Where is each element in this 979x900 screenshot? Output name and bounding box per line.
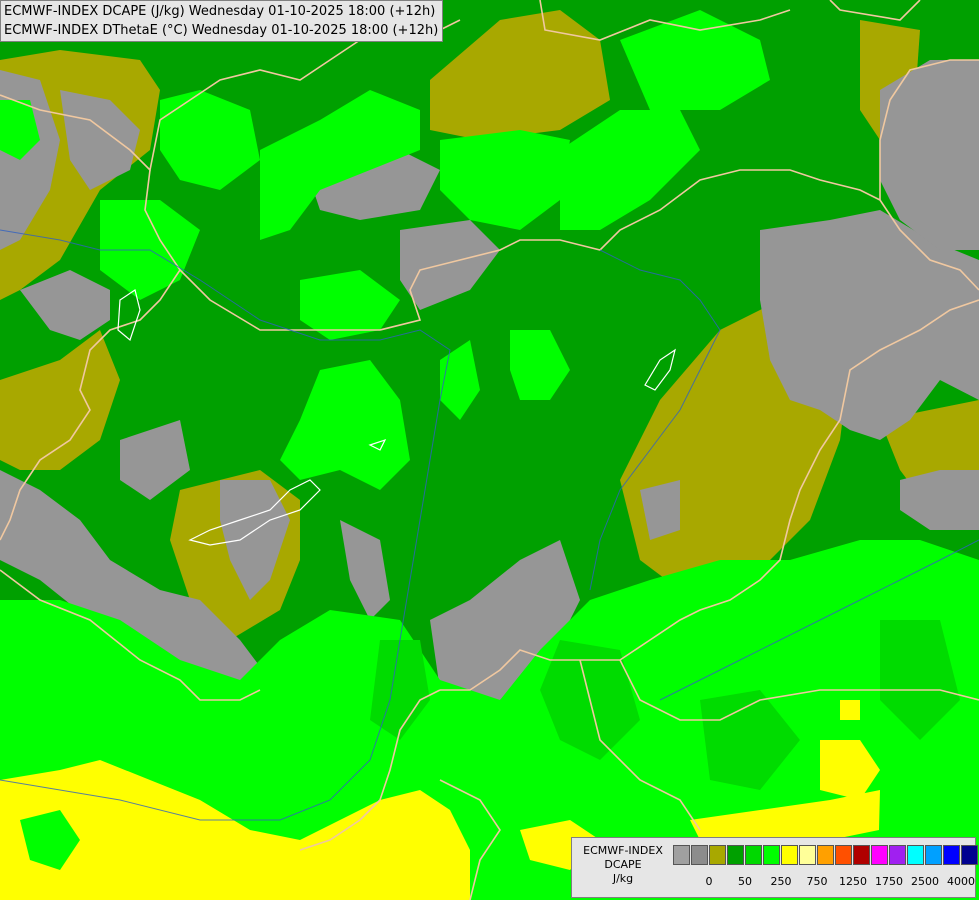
legend-tick-label: 50 [738,875,752,888]
legend-swatch [853,845,870,865]
legend-swatch [691,845,708,865]
title-line-1: ECMWF-INDEX DCAPE (J/kg) Wednesday 01-10… [4,4,436,19]
title-line-2: ECMWF-INDEX DThetaE (°C) Wednesday 01-10… [4,23,439,38]
legend-swatch [835,845,852,865]
legend-label: ECMWF-INDEX DCAPE J/kg [576,844,670,886]
legend-swatch [925,845,942,865]
legend-swatch [709,845,726,865]
legend-swatch [889,845,906,865]
legend-swatch [781,845,798,865]
legend-ticks: 0 50 250 750 1250 1750 2500 4000 [673,875,976,891]
legend-swatch [943,845,960,865]
color-legend: ECMWF-INDEX DCAPE J/kg 0 50 250 750 1250 1750… [571,837,979,898]
legend-tick-label: 4000 [947,875,975,888]
legend-swatch [799,845,816,865]
legend-label-line-3: J/kg [612,872,634,885]
legend-swatch [907,845,924,865]
legend-label-line-1: ECMWF-INDEX [583,844,663,857]
legend-swatches [673,845,979,865]
legend-swatch [871,845,888,865]
dcape-map [0,0,979,900]
legend-swatch [673,845,690,865]
legend-tick-label: 1750 [875,875,903,888]
legend-label-line-2: DCAPE [604,858,642,871]
legend-swatch [817,845,834,865]
legend-swatch [745,845,762,865]
legend-tick-label: 0 [705,875,713,888]
legend-tick-label: 1250 [839,875,867,888]
legend-tick-label: 750 [806,875,828,888]
legend-tick-label: 250 [770,875,792,888]
map-title: ECMWF-INDEX DCAPE (J/kg) Wednesday 01-10… [0,0,444,42]
legend-tick-label: 2500 [911,875,939,888]
legend-swatch [727,845,744,865]
legend-swatch [763,845,780,865]
legend-swatch [961,845,978,865]
